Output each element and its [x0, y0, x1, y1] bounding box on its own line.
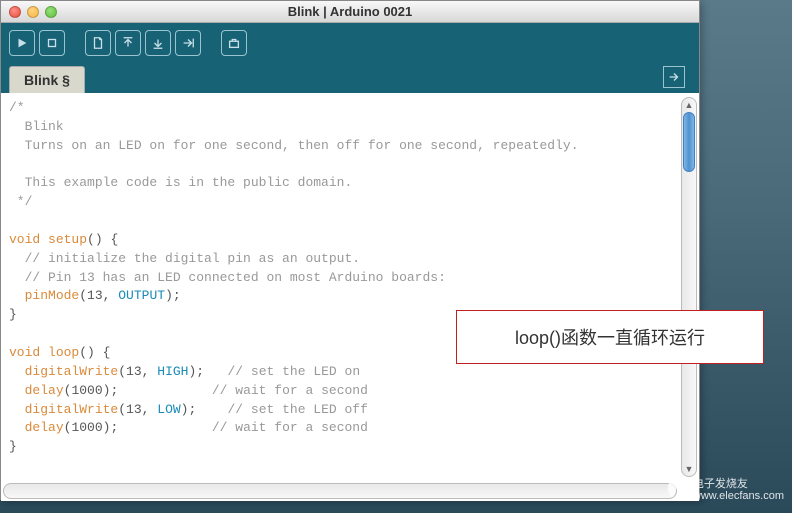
comment-inline: // set the LED on	[228, 364, 361, 379]
keyword-void: void	[9, 232, 40, 247]
arduino-ide-window: Blink | Arduino 0021 Blink §	[0, 0, 700, 500]
comment-line: /*	[9, 100, 25, 115]
save-button[interactable]	[145, 30, 171, 56]
horizontal-scrollbar[interactable]	[3, 483, 677, 499]
traffic-lights	[1, 6, 57, 18]
comment-line: Blink	[9, 119, 64, 134]
comment-inline: // wait for a second	[212, 420, 368, 435]
const-low: LOW	[157, 402, 180, 417]
comment-line	[9, 157, 17, 172]
titlebar: Blink | Arduino 0021	[1, 1, 699, 23]
open-button[interactable]	[115, 30, 141, 56]
scroll-down-arrow[interactable]: ▼	[682, 462, 696, 476]
tab-blink[interactable]: Blink §	[9, 66, 85, 93]
upload-button[interactable]	[175, 30, 201, 56]
const-output: OUTPUT	[118, 288, 165, 303]
fn-delay: delay	[25, 383, 64, 398]
watermark-line1: 电子发烧友	[693, 478, 784, 490]
fn-setup: setup	[48, 232, 87, 247]
scroll-up-arrow[interactable]: ▲	[682, 98, 696, 112]
watermark: 电子发烧友 www.elecfans.com	[657, 475, 784, 505]
annotation-text: loop()函数一直循环运行	[515, 324, 705, 350]
close-button[interactable]	[9, 6, 21, 18]
comment-inline: // wait for a second	[212, 383, 368, 398]
keyword-void: void	[9, 345, 40, 360]
window-title: Blink | Arduino 0021	[1, 4, 699, 19]
watermark-logo-icon	[657, 475, 687, 505]
zoom-button[interactable]	[45, 6, 57, 18]
comment-line: Turns on an LED on for one second, then …	[9, 138, 579, 153]
tab-bar: Blink §	[1, 63, 699, 93]
new-button[interactable]	[85, 30, 111, 56]
fn-delay: delay	[25, 420, 64, 435]
serial-monitor-button[interactable]	[221, 30, 247, 56]
stop-button[interactable]	[39, 30, 65, 56]
watermark-line2: www.elecfans.com	[693, 490, 784, 502]
verify-button[interactable]	[9, 30, 35, 56]
watermark-text: 电子发烧友 www.elecfans.com	[693, 478, 784, 502]
comment-line: This example code is in the public domai…	[9, 175, 352, 190]
fn-digitalwrite: digitalWrite	[25, 364, 119, 379]
vertical-scrollbar[interactable]: ▲ ▼	[681, 97, 697, 477]
minimize-button[interactable]	[27, 6, 39, 18]
comment-line: */	[9, 194, 32, 209]
editor-area: /* Blink Turns on an LED on for one seco…	[1, 93, 699, 501]
comment-line: // Pin 13 has an LED connected on most A…	[9, 270, 446, 285]
fn-pinmode: pinMode	[25, 288, 80, 303]
fn-loop: loop	[48, 345, 79, 360]
comment-line: // initialize the digital pin as an outp…	[9, 251, 360, 266]
fn-digitalwrite: digitalWrite	[25, 402, 119, 417]
toolbar	[1, 23, 699, 63]
code-editor[interactable]: /* Blink Turns on an LED on for one seco…	[1, 93, 699, 501]
scroll-thumb[interactable]	[683, 112, 695, 172]
comment-inline: // set the LED off	[227, 402, 367, 417]
const-high: HIGH	[157, 364, 188, 379]
tab-menu-button[interactable]	[663, 66, 685, 88]
annotation-callout: loop()函数一直循环运行	[456, 310, 764, 364]
